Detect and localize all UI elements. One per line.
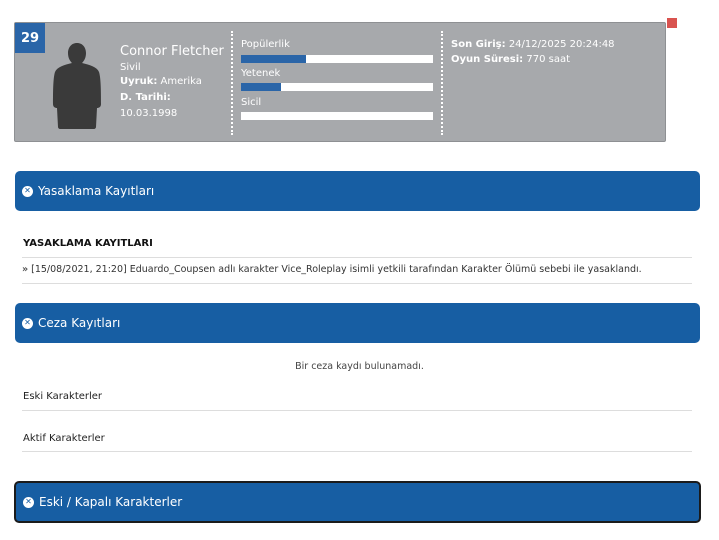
close-circle-icon: ✕ xyxy=(23,496,34,508)
nationality-value: Amerika xyxy=(160,76,202,87)
ban-entry: » [15/08/2021, 21:20] Eduardo_Coupsen adl… xyxy=(22,264,642,275)
bans-heading: YASAKLAMA KAYITLARI xyxy=(23,238,153,249)
bans-entry-divider xyxy=(22,283,692,284)
popularity-bar xyxy=(241,55,433,63)
ban-entry-text: [15/08/2021, 21:20] Eduardo_Coupsen adlı… xyxy=(31,264,642,275)
playtime-line: Oyun Süresi: 770 saat xyxy=(451,54,570,65)
last-login-value: 24/12/2025 20:24:48 xyxy=(508,39,615,50)
close-circle-icon: ✕ xyxy=(22,185,33,197)
character-silhouette-icon xyxy=(53,43,101,129)
active-characters-link[interactable]: Aktif Karakterler xyxy=(23,433,105,444)
old-characters-link[interactable]: Eski Karakterler xyxy=(23,391,102,402)
closed-characters-toggle[interactable]: ✕ Eski / Kapalı Karakterler xyxy=(14,481,701,523)
record-bar xyxy=(241,112,433,120)
bans-section-toggle[interactable]: ✕ Yasaklama Kayıtları xyxy=(15,171,700,211)
character-job: Sivil xyxy=(120,62,141,73)
nationality-label: Uyruk: xyxy=(120,76,158,87)
card-divider-left xyxy=(231,31,233,135)
dob-label: D. Tarihi: xyxy=(120,92,171,103)
popularity-bar-fill xyxy=(241,55,307,63)
nationality-line: Uyruk: Amerika xyxy=(120,76,202,87)
closed-characters-label: Eski / Kapalı Karakterler xyxy=(39,495,183,509)
bans-section-label: Yasaklama Kayıtları xyxy=(38,184,155,198)
close-circle-icon: ✕ xyxy=(22,317,33,329)
dob-value: 10.03.1998 xyxy=(120,108,178,119)
stat-label-skill: Yetenek xyxy=(241,68,281,79)
double-chevron-right-icon: » xyxy=(22,264,29,275)
dob-line: D. Tarihi: xyxy=(120,92,171,103)
character-card: 29 Connor Fletcher Sivil Uyruk: Amerika … xyxy=(14,22,666,142)
skill-bar xyxy=(241,83,433,91)
stat-label-popularity: Popülerlik xyxy=(241,39,290,50)
stat-label-record: Sicil xyxy=(241,97,262,108)
card-divider-right xyxy=(441,31,443,135)
no-penalty-message: Bir ceza kaydı bulunamadı. xyxy=(295,361,424,372)
active-characters-divider xyxy=(22,451,692,452)
bans-divider xyxy=(22,257,692,258)
skill-bar-fill xyxy=(241,83,282,91)
close-square-icon[interactable] xyxy=(667,18,677,28)
penalties-section-label: Ceza Kayıtları xyxy=(38,316,121,330)
playtime-value: 770 saat xyxy=(526,54,570,65)
character-name: Connor Fletcher xyxy=(120,44,224,59)
old-characters-divider xyxy=(22,410,692,411)
playtime-label: Oyun Süresi: xyxy=(451,54,524,65)
last-login-label: Son Giriş: xyxy=(451,39,506,50)
penalties-section-toggle[interactable]: ✕ Ceza Kayıtları xyxy=(15,303,700,343)
last-login-line: Son Giriş: 24/12/2025 20:24:48 xyxy=(451,39,615,50)
level-badge: 29 xyxy=(15,23,45,53)
